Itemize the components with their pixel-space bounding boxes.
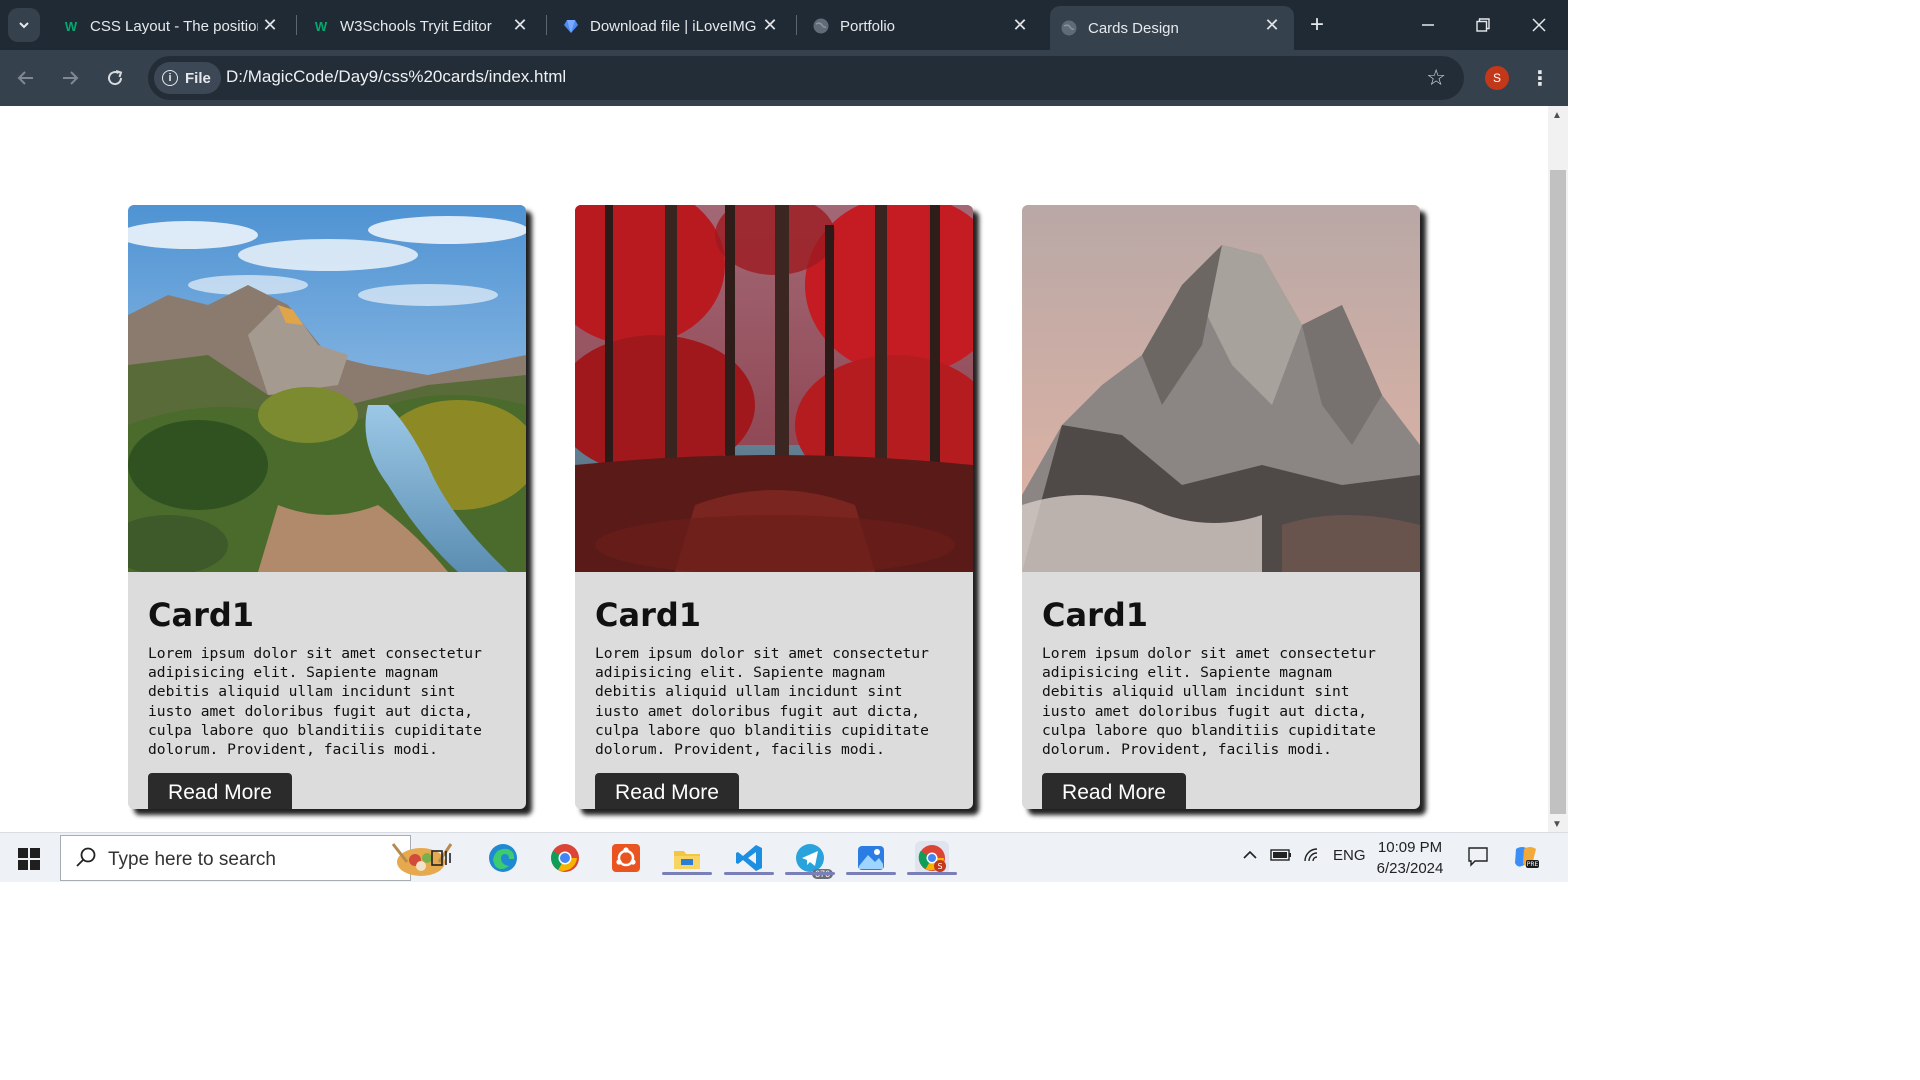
taskbar-clock[interactable]: 10:09 PM 6/23/2024 [1370, 837, 1450, 879]
w3schools-icon: W [64, 18, 78, 34]
wifi-icon[interactable] [1303, 847, 1321, 867]
w3schools-icon: W [314, 18, 328, 34]
close-icon[interactable]: ✕ [1010, 15, 1030, 35]
tab-title: Download file | iLoveIMG [590, 17, 757, 35]
tab-tryit-editor[interactable]: W W3Schools Tryit Editor ✕ [302, 6, 542, 46]
scroll-up-arrow-icon[interactable]: ▲ [1552, 110, 1562, 121]
edge-icon[interactable] [486, 841, 520, 875]
browser-toolbar: i File D:/MagicCode/Day9/css%20cards/ind… [0, 50, 1568, 106]
svg-text:S: S [937, 862, 942, 871]
close-icon[interactable]: ✕ [760, 15, 780, 35]
clock-time: 10:09 PM [1377, 839, 1443, 856]
close-icon[interactable]: ✕ [510, 15, 530, 35]
globe-icon [812, 17, 830, 35]
tab-separator [296, 15, 297, 35]
globe-icon [1060, 19, 1078, 37]
photos-icon[interactable] [846, 841, 896, 875]
read-more-button[interactable]: Read More [148, 773, 292, 809]
forward-button[interactable] [54, 62, 86, 94]
close-icon[interactable]: ✕ [1262, 15, 1282, 35]
close-icon[interactable]: ✕ [260, 15, 280, 35]
card: Card1 Lorem ipsum dolor sit amet consect… [128, 205, 526, 809]
tab-title: Portfolio [840, 17, 896, 35]
task-view-icon[interactable] [424, 841, 458, 875]
chrome-profile-icon[interactable]: S [907, 841, 957, 875]
card-text: Lorem ipsum dolor sit amet consectetur a… [148, 645, 482, 759]
read-more-button[interactable]: Read More [1042, 773, 1186, 809]
tab-css-layout[interactable]: W CSS Layout - The position ✕ [52, 6, 292, 46]
tab-separator [796, 15, 797, 35]
copilot-icon[interactable]: PRE [1512, 843, 1540, 875]
language-indicator[interactable]: ENG [1333, 847, 1366, 864]
profile-avatar[interactable]: S [1485, 66, 1509, 90]
scroll-down-arrow-icon[interactable]: ▼ [1552, 819, 1562, 830]
page-scrollbar[interactable]: ▲ ▼ [1548, 106, 1568, 832]
arrow-right-icon [63, 71, 79, 85]
reload-button[interactable] [99, 62, 131, 94]
address-bar[interactable]: i File D:/MagicCode/Day9/css%20cards/ind… [148, 56, 1464, 100]
back-button[interactable] [10, 62, 42, 94]
search-icon [76, 847, 96, 867]
tab-iloveimg[interactable]: Download file | iLoveIMG ✕ [552, 6, 792, 46]
window-close-button[interactable] [1516, 8, 1562, 42]
tab-separator [546, 15, 547, 35]
menu-dots-icon[interactable]: ⋮ [1530, 64, 1550, 92]
card: Card1 Lorem ipsum dolor sit amet consect… [1022, 205, 1420, 809]
chip-label: File [185, 69, 211, 87]
chevron-up-icon[interactable] [1242, 847, 1258, 867]
vscode-icon[interactable] [724, 841, 774, 875]
tab-portfolio[interactable]: Portfolio ✕ [802, 6, 1042, 46]
telegram-icon[interactable]: 676 [785, 841, 835, 879]
windows-start-icon[interactable] [18, 848, 40, 870]
tab-title: Cards Design [1088, 19, 1179, 37]
card-text: Lorem ipsum dolor sit amet consectetur a… [1042, 645, 1376, 759]
battery-icon[interactable] [1270, 847, 1292, 867]
arrow-left-icon [17, 71, 33, 85]
card-text: Lorem ipsum dolor sit amet consectetur a… [595, 645, 929, 759]
running-indicator [846, 872, 896, 875]
card-image-mountain-valley-river [128, 205, 526, 572]
chevron-down-icon [19, 22, 29, 29]
scroll-thumb[interactable] [1550, 170, 1566, 814]
minimize-button[interactable] [1405, 8, 1451, 42]
taskbar-search-box[interactable]: Type here to search [60, 835, 453, 881]
card-title: Card1 [1042, 596, 1149, 634]
card-title: Card1 [595, 596, 702, 634]
restore-button[interactable] [1460, 8, 1506, 42]
info-icon: i [162, 70, 178, 86]
windows-taskbar: Type here to search 676 S [0, 832, 1568, 882]
url-text[interactable]: D:/MagicCode/Day9/css%20cards/index.html [226, 67, 566, 87]
card-title: Card1 [148, 596, 255, 634]
card-image-red-autumn-forest [575, 205, 973, 572]
notification-icon[interactable] [1467, 845, 1489, 871]
svg-text:PRE: PRE [1527, 861, 1539, 868]
tab-title: CSS Layout - The position [90, 17, 258, 35]
running-indicator [907, 872, 957, 875]
card-image-rocky-mountain-peak [1022, 205, 1420, 572]
card: Card1 Lorem ipsum dolor sit amet consect… [575, 205, 973, 809]
file-explorer-icon[interactable] [662, 841, 712, 875]
clock-date: 6/23/2024 [1376, 860, 1444, 877]
tab-cards-design[interactable]: Cards Design ✕ [1050, 6, 1294, 50]
page-viewport: Card1 Lorem ipsum dolor sit amet consect… [0, 106, 1548, 832]
running-indicator [662, 872, 712, 875]
ubuntu-icon[interactable] [609, 841, 643, 875]
tab-title: W3Schools Tryit Editor [340, 17, 492, 35]
iloveimg-icon [562, 17, 580, 35]
running-indicator [724, 872, 774, 875]
read-more-button[interactable]: Read More [595, 773, 739, 809]
restore-icon [1476, 18, 1490, 32]
site-info-chip[interactable]: i File [154, 62, 221, 94]
new-tab-button[interactable]: + [1305, 11, 1329, 38]
bookmark-star-icon[interactable]: ☆ [1426, 65, 1446, 91]
tab-search-button[interactable] [8, 8, 40, 42]
reload-icon [108, 70, 123, 86]
chrome-icon[interactable] [548, 841, 582, 875]
tab-strip: W CSS Layout - The position ✕ W W3School… [0, 0, 1568, 50]
minimize-icon [1422, 24, 1434, 26]
running-indicator [785, 872, 835, 875]
close-icon [1532, 18, 1546, 32]
search-placeholder: Type here to search [108, 849, 276, 870]
